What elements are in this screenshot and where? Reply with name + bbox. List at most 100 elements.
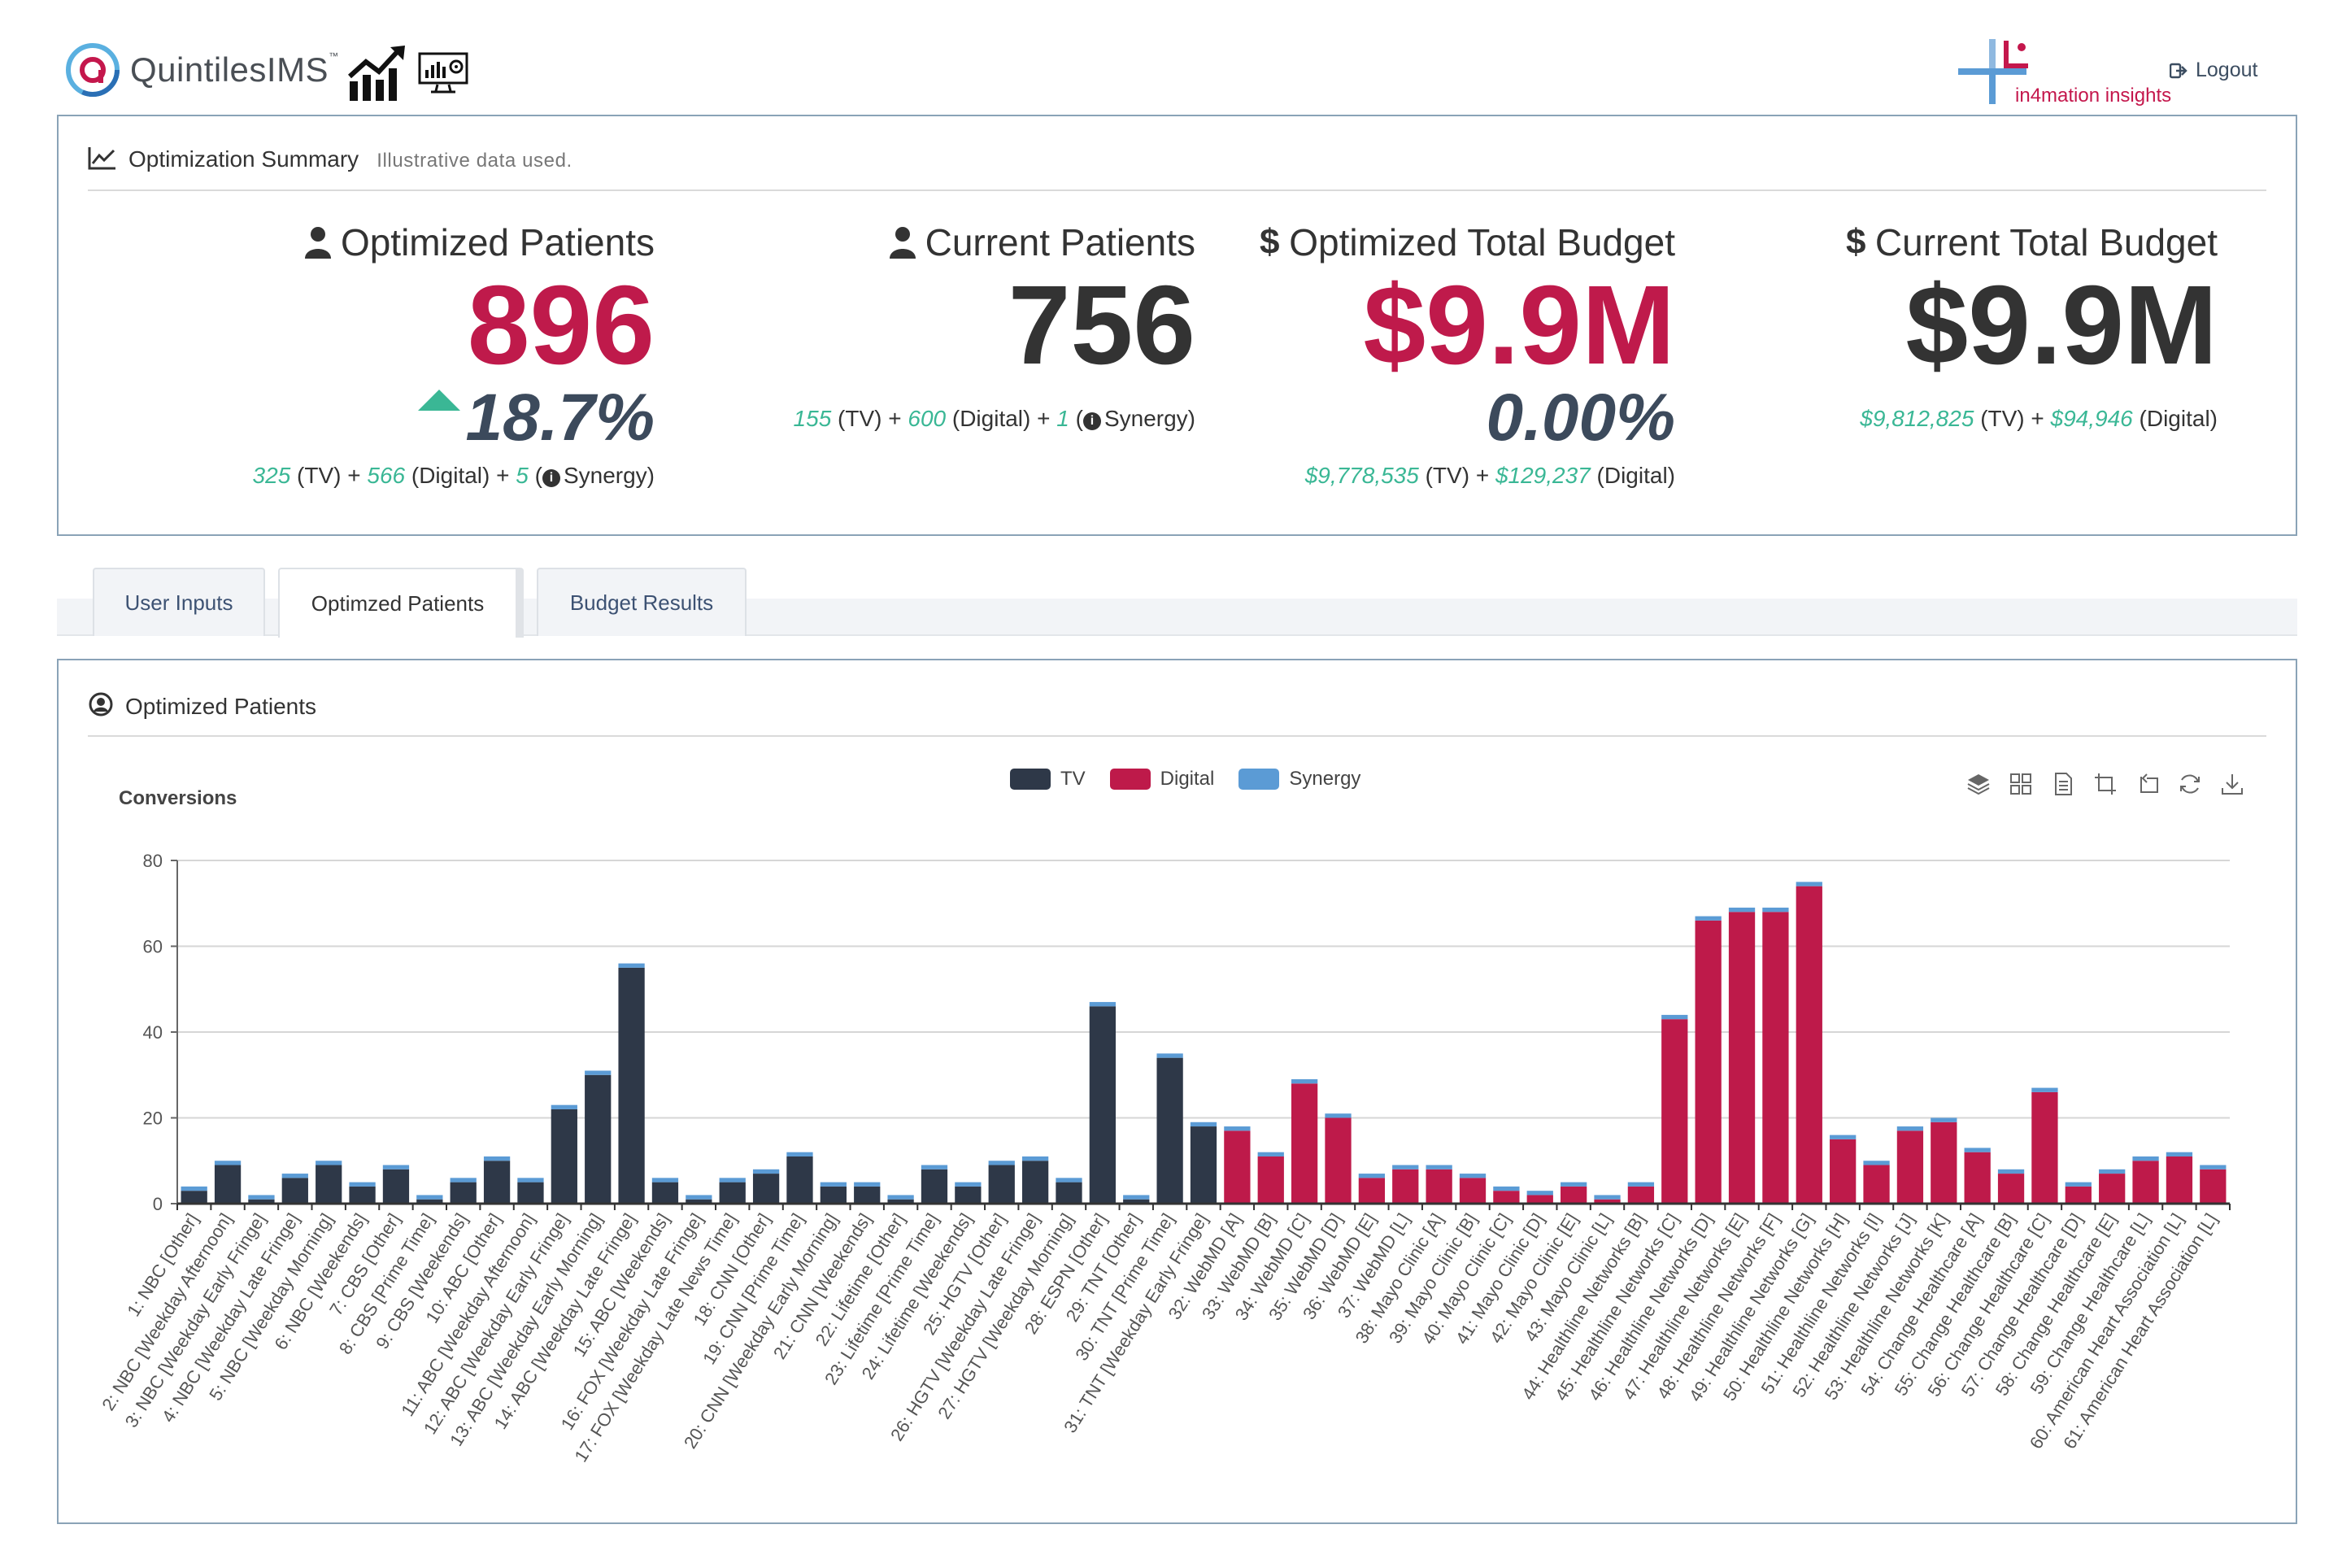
bar-synergy[interactable] (181, 1186, 207, 1191)
bar-digital[interactable] (2065, 1186, 2092, 1204)
bar-synergy[interactable] (1661, 1014, 1688, 1020)
bar-synergy[interactable] (382, 1165, 410, 1169)
bar-digital[interactable] (1796, 886, 1822, 1204)
bar-synergy[interactable] (416, 1195, 443, 1200)
bar-synergy[interactable] (2099, 1169, 2126, 1174)
bar-synergy[interactable] (517, 1178, 544, 1183)
bar-synergy[interactable] (651, 1178, 679, 1183)
bar-tv[interactable] (955, 1186, 982, 1204)
bar-synergy[interactable] (1762, 908, 1789, 912)
bar-tv[interactable] (921, 1169, 948, 1204)
bar-synergy[interactable] (248, 1195, 275, 1200)
bar-synergy[interactable] (450, 1178, 477, 1183)
bar-tv[interactable] (1056, 1182, 1082, 1204)
bar-synergy[interactable] (1863, 1161, 1890, 1165)
bar-synergy[interactable] (1830, 1135, 1857, 1139)
bar-digital[interactable] (1627, 1186, 1655, 1204)
info-icon[interactable]: i (542, 469, 560, 487)
bar-synergy[interactable] (551, 1104, 577, 1109)
bar-synergy[interactable] (281, 1174, 308, 1178)
bar-synergy[interactable] (1056, 1178, 1082, 1183)
bar-synergy[interactable] (2065, 1182, 2092, 1187)
trend-chart-icon[interactable] (348, 44, 408, 102)
bar-digital[interactable] (1762, 912, 1789, 1204)
bar-synergy[interactable] (618, 963, 645, 968)
bar-digital[interactable] (1661, 1019, 1688, 1204)
bar-synergy[interactable] (988, 1161, 1015, 1165)
bar-synergy[interactable] (752, 1169, 780, 1174)
bar-synergy[interactable] (1426, 1165, 1452, 1169)
bar-tv[interactable] (719, 1182, 746, 1204)
bar-tv[interactable] (349, 1186, 376, 1204)
bar-digital[interactable] (1931, 1122, 1957, 1204)
bar-digital[interactable] (1493, 1191, 1520, 1204)
bar-synergy[interactable] (1392, 1165, 1419, 1169)
bar-synergy[interactable] (1190, 1122, 1217, 1127)
bar-synergy[interactable] (1796, 882, 1822, 886)
bar-synergy[interactable] (820, 1182, 847, 1187)
bar-synergy[interactable] (1695, 916, 1722, 921)
bar-synergy[interactable] (483, 1156, 511, 1161)
bar-digital[interactable] (2031, 1091, 2058, 1204)
bar-digital[interactable] (1257, 1156, 1284, 1204)
bar-digital[interactable] (2099, 1174, 2126, 1204)
bar-digital[interactable] (1224, 1130, 1251, 1204)
bar-synergy[interactable] (1123, 1195, 1150, 1200)
bar-synergy[interactable] (1224, 1126, 1251, 1131)
bar-synergy[interactable] (1594, 1195, 1621, 1200)
bar-digital[interactable] (1830, 1139, 1857, 1204)
bar-digital[interactable] (1526, 1195, 1553, 1204)
bar-tv[interactable] (786, 1156, 813, 1204)
bar-synergy[interactable] (2166, 1152, 2193, 1156)
bar-tv[interactable] (585, 1074, 612, 1204)
bar-digital[interactable] (1426, 1169, 1452, 1204)
bar-synergy[interactable] (1156, 1053, 1183, 1058)
bar-tv[interactable] (1190, 1126, 1217, 1204)
bar-synergy[interactable] (1493, 1186, 1520, 1191)
bar-synergy[interactable] (2200, 1165, 2227, 1169)
bar-tv[interactable] (517, 1182, 544, 1204)
bar-synergy[interactable] (349, 1182, 376, 1187)
bar-synergy[interactable] (1089, 1002, 1117, 1007)
bar-synergy[interactable] (1358, 1174, 1386, 1178)
bar-tv[interactable] (281, 1178, 308, 1204)
bar-digital[interactable] (1964, 1152, 1991, 1204)
bar-tv[interactable] (316, 1165, 342, 1204)
bar-tv[interactable] (820, 1186, 847, 1204)
bar-digital[interactable] (1561, 1186, 1587, 1204)
bar-digital[interactable] (1392, 1169, 1419, 1204)
bar-synergy[interactable] (1257, 1152, 1284, 1156)
bar-synergy[interactable] (1896, 1126, 1924, 1131)
bar-tv[interactable] (1021, 1161, 1049, 1204)
bar-tv[interactable] (214, 1165, 242, 1204)
bar-synergy[interactable] (1459, 1174, 1487, 1178)
bar-tv[interactable] (1156, 1057, 1183, 1204)
bar-synergy[interactable] (1997, 1169, 2025, 1174)
bar-digital[interactable] (1358, 1178, 1386, 1204)
bar-digital[interactable] (1325, 1117, 1352, 1204)
bar-synergy[interactable] (2031, 1087, 2058, 1092)
bar-tv[interactable] (651, 1182, 679, 1204)
bar-synergy[interactable] (1526, 1191, 1553, 1196)
bar-digital[interactable] (1291, 1083, 1318, 1204)
bar-tv[interactable] (181, 1191, 207, 1204)
bar-synergy[interactable] (1964, 1148, 1991, 1152)
tab-optimized-patients[interactable]: Optimzed Patients (278, 568, 524, 638)
bar-tv[interactable] (450, 1182, 477, 1204)
bar-tv[interactable] (854, 1186, 881, 1204)
bar-synergy[interactable] (887, 1195, 914, 1200)
bar-digital[interactable] (1863, 1165, 1890, 1204)
bar-tv[interactable] (483, 1161, 511, 1204)
bar-digital[interactable] (1728, 912, 1756, 1204)
bar-synergy[interactable] (854, 1182, 881, 1187)
bar-tv[interactable] (551, 1108, 577, 1204)
bar-synergy[interactable] (1021, 1156, 1049, 1161)
bar-synergy[interactable] (955, 1182, 982, 1187)
bar-synergy[interactable] (585, 1070, 612, 1075)
bar-digital[interactable] (2166, 1156, 2193, 1204)
bar-synergy[interactable] (1291, 1079, 1318, 1084)
bar-digital[interactable] (1997, 1174, 2025, 1204)
bar-synergy[interactable] (316, 1161, 342, 1165)
bar-tv[interactable] (618, 967, 645, 1204)
bar-synergy[interactable] (1325, 1113, 1352, 1118)
